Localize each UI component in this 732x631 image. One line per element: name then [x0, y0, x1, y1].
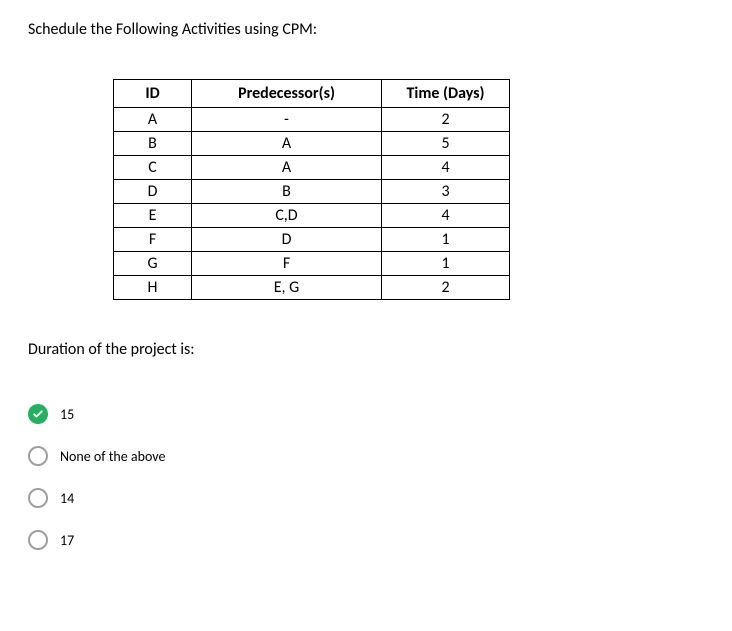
cell-predecessor: E, G: [192, 276, 382, 300]
activities-table: ID Predecessor(s) Time (Days) A - 2 B A …: [113, 79, 510, 300]
option-label: 14: [60, 490, 74, 507]
table-row: D B 3: [114, 180, 510, 204]
cell-predecessor: F: [192, 252, 382, 276]
cell-id: B: [114, 132, 192, 156]
option-label: 15: [60, 406, 74, 423]
cell-predecessor: C,D: [192, 204, 382, 228]
cell-predecessor: B: [192, 180, 382, 204]
answer-options: 15 None of the above 14 17: [28, 404, 704, 550]
option-label: 17: [60, 532, 74, 549]
radio-icon: [28, 488, 48, 508]
table-row: F D 1: [114, 228, 510, 252]
cell-id: H: [114, 276, 192, 300]
option-label: None of the above: [60, 448, 165, 465]
cell-id: A: [114, 108, 192, 132]
cell-id: G: [114, 252, 192, 276]
cell-id: D: [114, 180, 192, 204]
table-row: H E, G 2: [114, 276, 510, 300]
table-row: A - 2: [114, 108, 510, 132]
cell-id: F: [114, 228, 192, 252]
cell-time: 3: [382, 180, 510, 204]
cell-time: 2: [382, 276, 510, 300]
table-header-id: ID: [114, 80, 192, 108]
cell-time: 5: [382, 132, 510, 156]
cell-predecessor: D: [192, 228, 382, 252]
sub-question: Duration of the project is:: [28, 340, 704, 359]
cell-time: 1: [382, 252, 510, 276]
table-row: G F 1: [114, 252, 510, 276]
table-row: B A 5: [114, 132, 510, 156]
cell-time: 4: [382, 204, 510, 228]
cell-predecessor: -: [192, 108, 382, 132]
option-17[interactable]: 17: [28, 530, 704, 550]
table-header-predecessor: Predecessor(s): [192, 80, 382, 108]
cell-predecessor: A: [192, 132, 382, 156]
question-title: Schedule the Following Activities using …: [28, 20, 704, 39]
radio-icon: [28, 530, 48, 550]
table-body: A - 2 B A 5 C A 4 D B 3 E C,D 4: [114, 108, 510, 300]
radio-checked-icon: [28, 404, 48, 424]
option-14[interactable]: 14: [28, 488, 704, 508]
cell-predecessor: A: [192, 156, 382, 180]
activities-table-container: ID Predecessor(s) Time (Days) A - 2 B A …: [113, 79, 704, 300]
cell-time: 4: [382, 156, 510, 180]
table-row: C A 4: [114, 156, 510, 180]
table-row: E C,D 4: [114, 204, 510, 228]
option-none[interactable]: None of the above: [28, 446, 704, 466]
table-header-time: Time (Days): [382, 80, 510, 108]
cell-time: 1: [382, 228, 510, 252]
option-15[interactable]: 15: [28, 404, 704, 424]
cell-id: E: [114, 204, 192, 228]
cell-time: 2: [382, 108, 510, 132]
radio-icon: [28, 446, 48, 466]
cell-id: C: [114, 156, 192, 180]
